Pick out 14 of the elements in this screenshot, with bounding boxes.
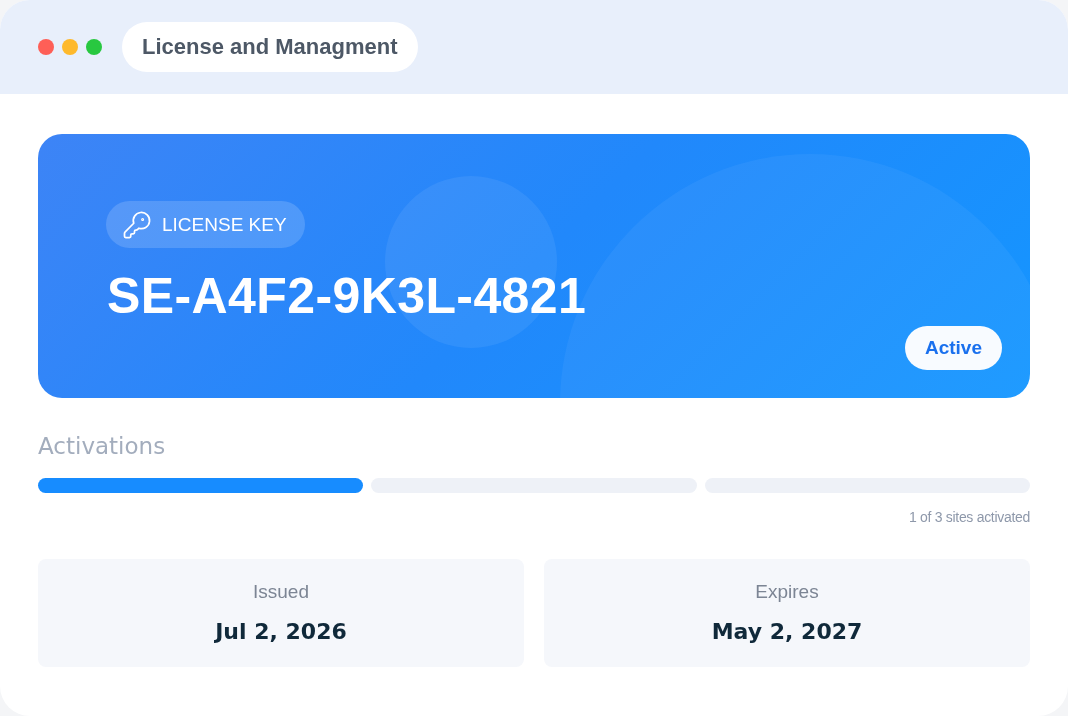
date-value: Jul 2, 2026 <box>215 618 347 646</box>
license-key: SE-A4F2-9K3L-4821 <box>107 268 587 324</box>
section-title: Activations <box>38 432 166 460</box>
date-value: May 2, 2027 <box>711 618 863 646</box>
status-badge: Active <box>904 326 1002 370</box>
activation-summary: 1 of 3 sites activated <box>908 509 1030 525</box>
window-control-dot-icon[interactable] <box>62 39 78 55</box>
date-label: Issued <box>253 580 309 604</box>
window-control-dot-icon[interactable] <box>38 39 54 55</box>
key-icon <box>122 209 152 240</box>
badge-label: LICENSE KEY <box>162 213 287 236</box>
window-control-dot-icon[interactable] <box>86 39 102 55</box>
window-title: License and Managment <box>122 22 418 72</box>
date-label: Expires <box>755 580 819 604</box>
